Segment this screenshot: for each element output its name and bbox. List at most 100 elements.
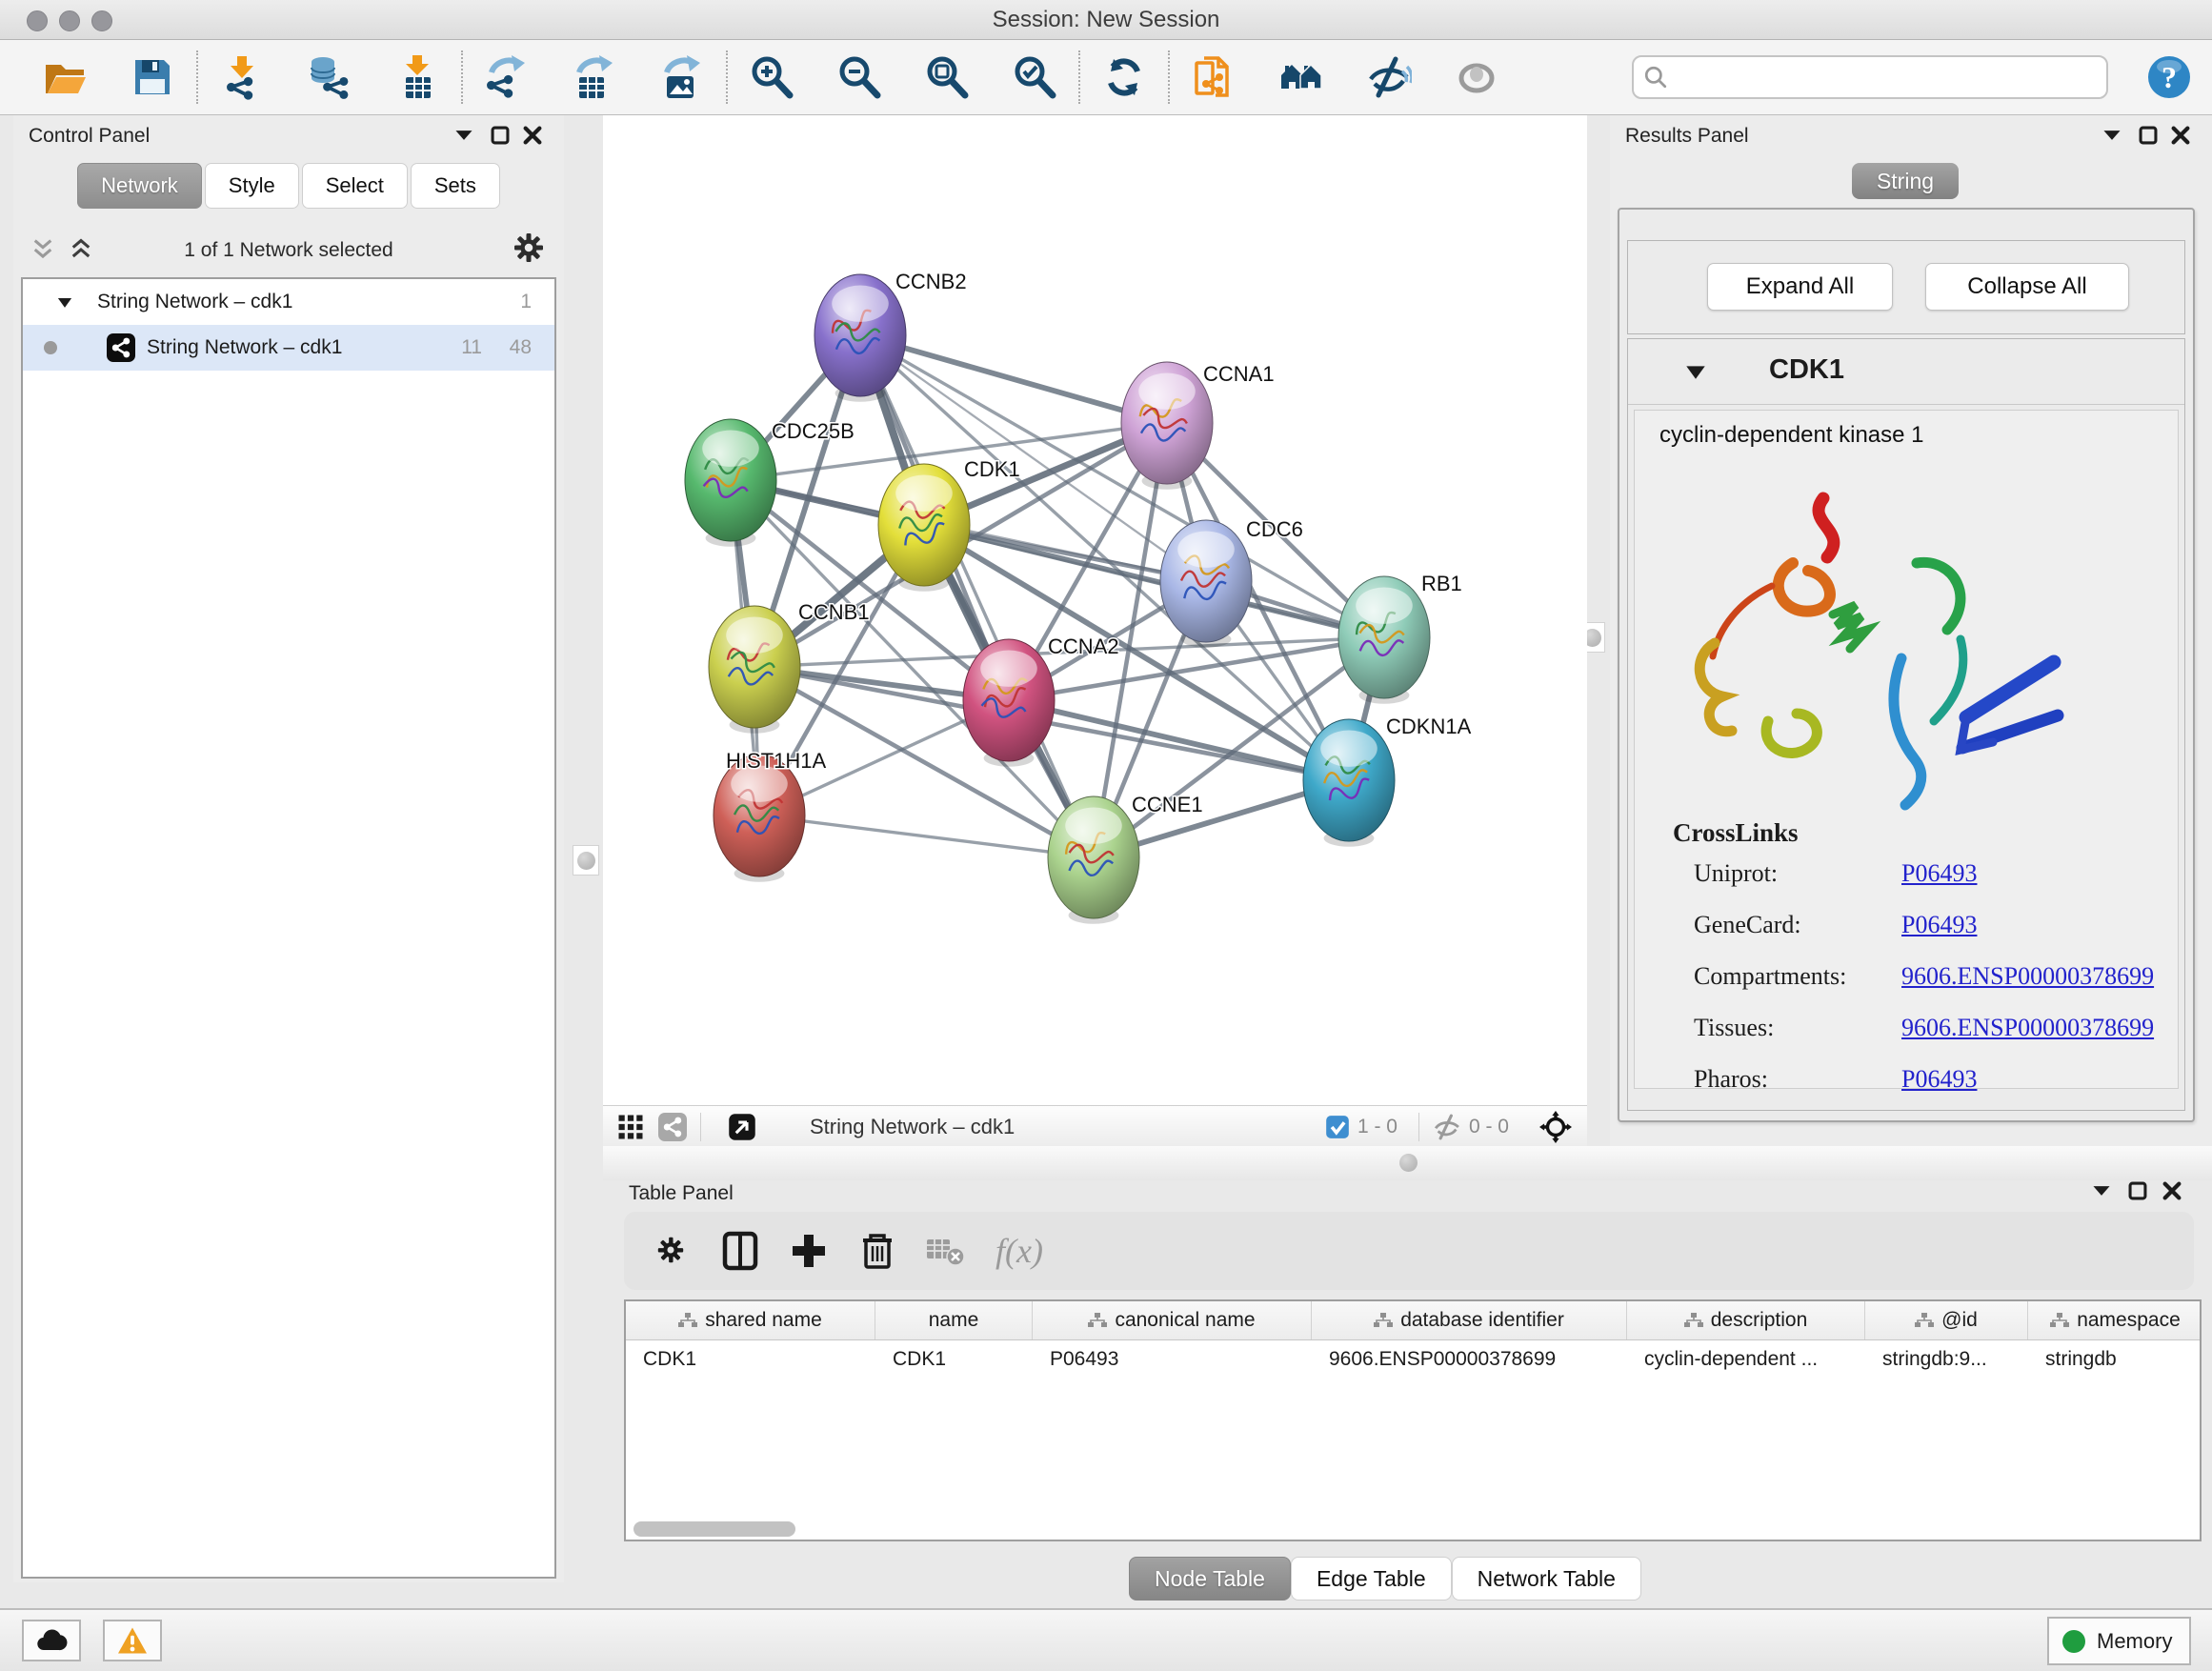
table-panel: Table Panel f(x) shared namenamecanonica… xyxy=(616,1180,2202,1608)
column-header-canonical-name[interactable]: canonical name xyxy=(1033,1301,1312,1339)
panel-close-icon[interactable] xyxy=(522,125,543,146)
save-session-button[interactable] xyxy=(126,50,179,104)
zoom-out-button[interactable] xyxy=(833,50,886,104)
node-HIST1H1A[interactable] xyxy=(714,755,805,882)
cloud-button[interactable] xyxy=(22,1620,81,1661)
tab-network[interactable]: Network xyxy=(77,163,202,209)
delete-column-icon[interactable] xyxy=(856,1230,898,1272)
gene-section-header[interactable]: CDK1 xyxy=(1628,339,2184,405)
horizontal-scrollbar[interactable] xyxy=(633,1521,795,1537)
network-canvas[interactable]: CCNB2CCNA1CDC25BCDK1CDC6RB1CCNB1CCNA2CDK… xyxy=(603,115,1587,1105)
tab-select[interactable]: Select xyxy=(302,163,408,209)
node-CDKN1A[interactable] xyxy=(1303,719,1395,847)
node-label-RB1: RB1 xyxy=(1421,572,1462,595)
delete-table-icon[interactable] xyxy=(925,1230,967,1272)
warnings-button[interactable] xyxy=(103,1620,162,1661)
tab-network-table[interactable]: Network Table xyxy=(1452,1557,1641,1601)
left-splitter-handle[interactable] xyxy=(573,845,599,876)
edge-CCNE1-HIST1H1A[interactable] xyxy=(759,815,1094,857)
table-options-gear-icon[interactable] xyxy=(651,1230,693,1272)
node-CCNA1[interactable] xyxy=(1121,362,1213,490)
crosslink-link[interactable]: P06493 xyxy=(1901,911,1977,939)
horizontal-splitter[interactable] xyxy=(603,1146,2212,1180)
share-view-icon[interactable] xyxy=(658,1113,687,1141)
network-collection-row[interactable]: String Network – cdk1 1 xyxy=(23,279,554,325)
hide-glass-panel-button[interactable] xyxy=(1362,50,1416,104)
show-columns-icon[interactable] xyxy=(719,1230,761,1272)
function-builder-icon[interactable]: f(x) xyxy=(995,1231,1043,1271)
svg-text:?: ? xyxy=(2162,60,2177,94)
cloud-icon xyxy=(35,1626,68,1655)
close-window-icon[interactable] xyxy=(27,10,48,31)
collection-label: String Network – cdk1 xyxy=(97,291,292,313)
node-CCNB1[interactable] xyxy=(709,606,800,734)
import-network-file-button[interactable] xyxy=(215,50,269,104)
network-options-gear-icon[interactable] xyxy=(514,233,543,262)
crosslink-link[interactable]: 9606.ENSP00000378699 xyxy=(1901,962,2154,991)
tab-string[interactable]: String xyxy=(1852,163,1959,199)
show-glass-panel-button[interactable] xyxy=(1450,50,1503,104)
tab-style[interactable]: Style xyxy=(205,163,299,209)
toolbar-separator xyxy=(1078,50,1080,104)
panel-float-icon[interactable] xyxy=(2138,125,2159,146)
zoom-window-icon[interactable] xyxy=(91,10,112,31)
string-home-button[interactable] xyxy=(1275,50,1328,104)
zoom-fit-content-button[interactable] xyxy=(920,50,974,104)
edge-CCNA2-CDKN1A[interactable] xyxy=(1009,700,1349,780)
node-table[interactable]: shared namenamecanonical namedatabase id… xyxy=(624,1299,2202,1541)
import-string-network-button[interactable] xyxy=(1187,50,1240,104)
tab-edge-table[interactable]: Edge Table xyxy=(1291,1557,1452,1601)
column-header-name[interactable]: name xyxy=(875,1301,1033,1339)
collection-expander-icon[interactable] xyxy=(57,296,72,309)
help-button[interactable]: ? xyxy=(2146,54,2192,100)
network-row[interactable]: String Network – cdk1 11 48 xyxy=(23,325,554,371)
table-row[interactable]: CDK1CDK1P064939606.ENSP00000378699cyclin… xyxy=(626,1340,2200,1379)
memory-button[interactable]: Memory xyxy=(2047,1617,2191,1665)
panel-close-icon[interactable] xyxy=(2162,1180,2182,1201)
panel-menu-icon[interactable] xyxy=(2101,125,2122,146)
node-CDC25B[interactable] xyxy=(685,419,776,547)
add-column-icon[interactable] xyxy=(788,1230,830,1272)
panel-float-icon[interactable] xyxy=(2127,1180,2148,1201)
tab-sets[interactable]: Sets xyxy=(411,163,500,209)
crosslink-link[interactable]: P06493 xyxy=(1901,1065,1977,1094)
crosslink-link[interactable]: P06493 xyxy=(1901,859,1977,888)
column-header-description[interactable]: description xyxy=(1627,1301,1865,1339)
node-CCNB2[interactable] xyxy=(814,274,906,402)
fit-crosshair-icon[interactable] xyxy=(1539,1111,1572,1143)
collapse-all-button[interactable]: Collapse All xyxy=(1925,263,2129,311)
birdseye-view-icon[interactable] xyxy=(728,1113,756,1141)
section-collapse-icon[interactable] xyxy=(1685,364,1706,380)
zoom-in-button[interactable] xyxy=(745,50,798,104)
export-network-button[interactable] xyxy=(480,50,533,104)
export-image-button[interactable] xyxy=(655,50,709,104)
edge-CCNB2-CCNE1[interactable] xyxy=(860,335,1094,857)
crosslink-link[interactable]: 9606.ENSP00000378699 xyxy=(1901,1014,2154,1042)
toolbar-separator xyxy=(196,50,198,104)
status-bar: Memory xyxy=(0,1608,2212,1671)
search-input[interactable] xyxy=(1668,57,2106,97)
crosslink-row: Uniprot:P06493 xyxy=(1673,848,2154,899)
open-session-button[interactable] xyxy=(38,50,91,104)
panel-float-icon[interactable] xyxy=(490,125,511,146)
node-label-CCNE1: CCNE1 xyxy=(1132,793,1203,816)
zoom-selected-button[interactable] xyxy=(1008,50,1061,104)
column-header-database-identifier[interactable]: database identifier xyxy=(1312,1301,1627,1339)
column-header-namespace[interactable]: namespace xyxy=(2028,1301,2202,1339)
panel-menu-icon[interactable] xyxy=(453,125,474,146)
export-table-button[interactable] xyxy=(568,50,621,104)
import-table-file-button[interactable] xyxy=(391,50,444,104)
refresh-layout-button[interactable] xyxy=(1097,50,1151,104)
expand-all-button[interactable]: Expand All xyxy=(1707,263,1893,311)
import-network-database-button[interactable] xyxy=(303,50,356,104)
node-CCNE1[interactable] xyxy=(1048,796,1139,924)
selected-checkbox-icon[interactable] xyxy=(1325,1115,1350,1139)
column-header--id[interactable]: @id xyxy=(1865,1301,2028,1339)
panel-close-icon[interactable] xyxy=(2170,125,2191,146)
node-RB1[interactable] xyxy=(1338,576,1430,704)
minimize-window-icon[interactable] xyxy=(59,10,80,31)
panel-menu-icon[interactable] xyxy=(2091,1180,2112,1201)
column-header-shared-name[interactable]: shared name xyxy=(626,1301,875,1339)
grid-view-icon[interactable] xyxy=(616,1113,645,1141)
tab-node-table[interactable]: Node Table xyxy=(1129,1557,1291,1601)
